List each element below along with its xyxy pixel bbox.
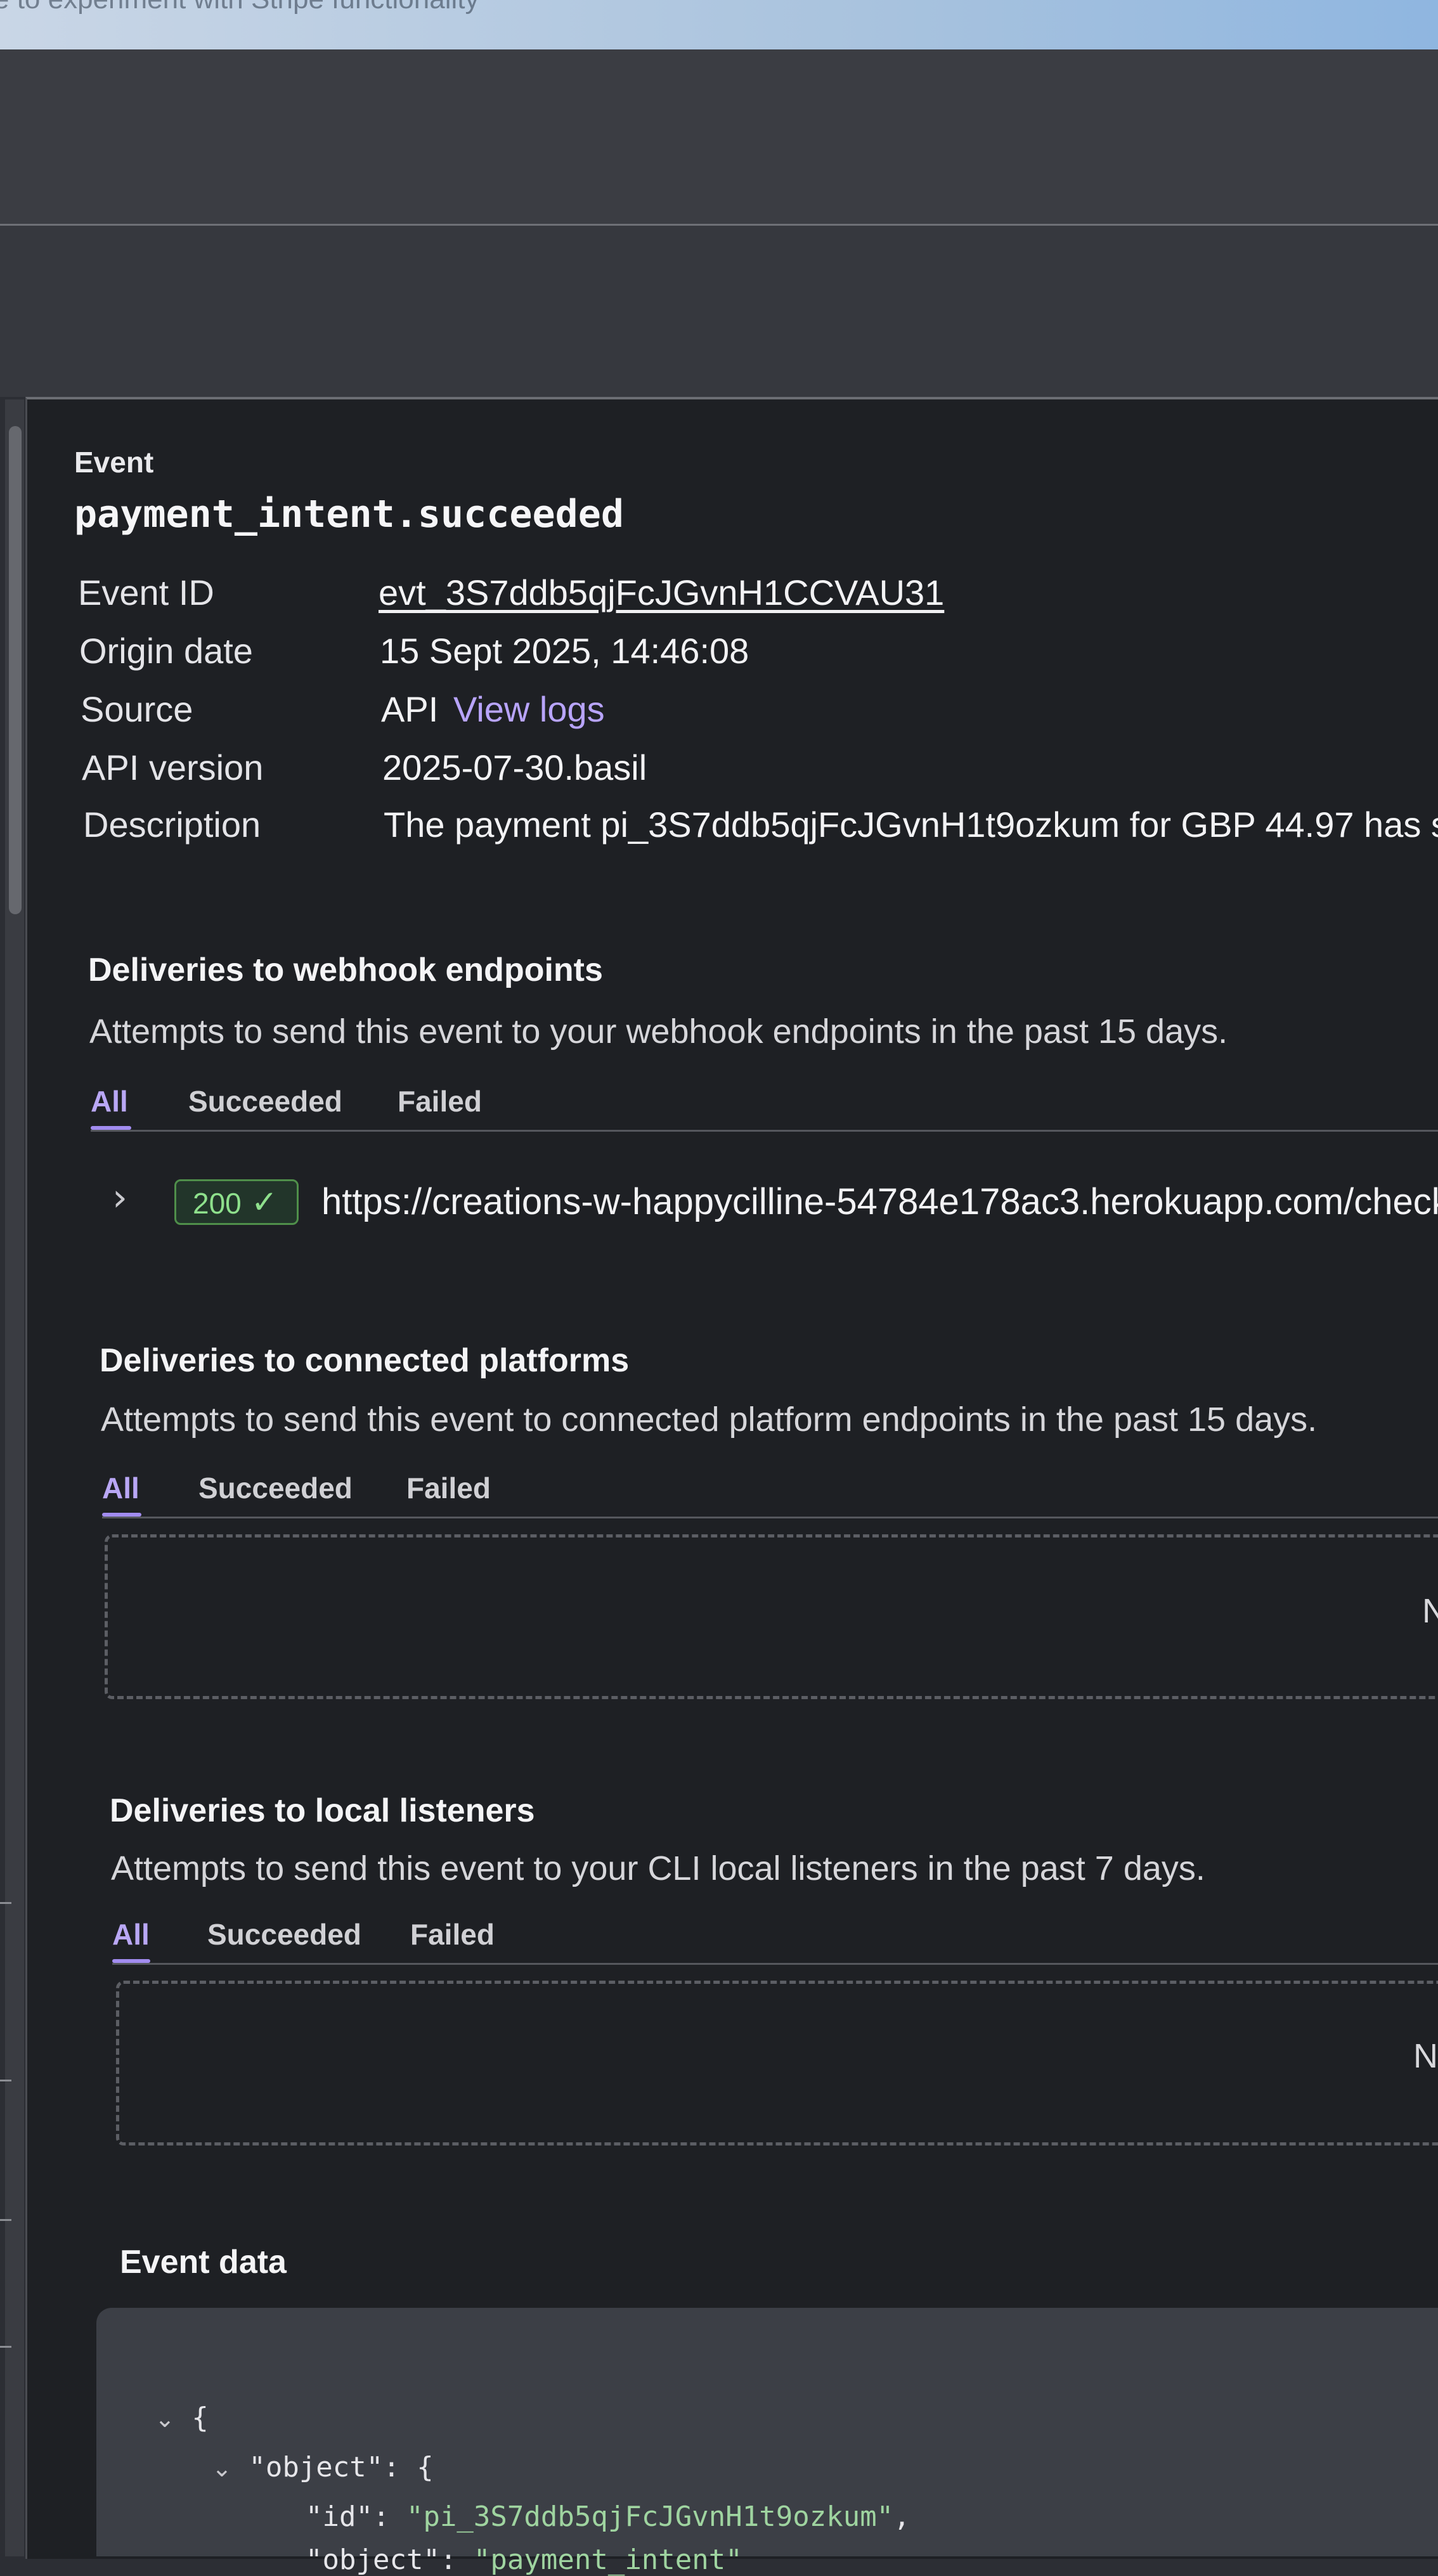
description-value: The payment pi_3S7ddb5qjFcJGvnH1t9ozkum … <box>384 805 1438 845</box>
header-area <box>0 49 1438 224</box>
check-icon: ✓ <box>251 1184 278 1220</box>
origin-date-label: Origin date <box>79 631 253 671</box>
event-id-value[interactable]: evt_3S7ddb5qjFcJGvnH1CCVAU31 <box>379 572 944 613</box>
event-data-title: Event data <box>120 2244 287 2281</box>
collapse-chevron-icon[interactable]: ⌄ <box>212 2454 232 2482</box>
listeners-section-title: Deliveries to local listeners <box>110 1792 535 1829</box>
platforms-empty-state <box>105 1534 1438 1699</box>
description-label: Description <box>83 805 261 845</box>
platforms-empty-text: N <box>1422 1592 1438 1630</box>
banner-text: e to experiment with Stripe functionalit… <box>0 0 479 15</box>
webhook-section-title: Deliveries to webhook endpoints <box>88 952 603 988</box>
webhook-tabs-divider <box>91 1130 1438 1132</box>
listeners-empty-state <box>116 1981 1438 2146</box>
origin-date-value: 15 Sept 2025, 14:46:08 <box>380 631 749 671</box>
platforms-tab-all[interactable]: All <box>102 1471 139 1505</box>
expand-chevron-icon[interactable]: › <box>112 1175 127 1220</box>
api-version-label: API version <box>82 748 264 787</box>
collapse-chevron-icon[interactable]: ⌄ <box>155 2405 175 2433</box>
json-root-line: ⌄ { <box>155 2402 209 2434</box>
listeners-tab-failed[interactable]: Failed <box>410 1917 495 1951</box>
listeners-empty-text: N <box>1413 2037 1438 2075</box>
api-version-value: 2025-07-30.basil <box>382 748 647 787</box>
platforms-tab-failed[interactable]: Failed <box>406 1471 491 1505</box>
webhook-tab-failed[interactable]: Failed <box>398 1084 482 1118</box>
source-label: Source <box>81 689 193 729</box>
platforms-section-subtitle: Attempts to send this event to connected… <box>101 1401 1318 1439</box>
platforms-section-title: Deliveries to connected platforms <box>100 1342 630 1379</box>
json-object-line: ⌄ "object": { <box>212 2451 434 2483</box>
status-badge: 200 ✓ <box>174 1179 299 1225</box>
webhook-section-subtitle: Attempts to send this event to your webh… <box>89 1013 1228 1051</box>
subheader-area <box>0 226 1438 397</box>
event-heading: Event <box>74 446 154 479</box>
view-logs-link[interactable]: View logs <box>453 689 605 730</box>
webhook-endpoint-url[interactable]: https://creations-w-happycilline-54784e1… <box>321 1181 1438 1223</box>
event-detail-panel: Event payment_intent.succeeded Event ID … <box>25 397 1438 2559</box>
gutter-tick <box>0 2346 11 2348</box>
source-value: API <box>381 689 439 729</box>
status-code: 200 <box>193 1187 242 1220</box>
scrollbar-thumb[interactable] <box>9 426 22 914</box>
event-type: payment_intent.succeeded <box>74 492 624 536</box>
listeners-tab-all[interactable]: All <box>112 1917 150 1951</box>
webhook-tab-succeeded[interactable]: Succeeded <box>188 1084 342 1118</box>
listeners-tabs-divider <box>112 1963 1438 1965</box>
json-object-type-line: "object": "payment_intent" <box>306 2544 742 2576</box>
event-data-json-viewer[interactable]: ⌄ { ⌄ "object": { "id": "pi_3S7ddb5qjFcJ… <box>96 2308 1438 2576</box>
json-id-line: "id": "pi_3S7ddb5qjFcJGvnH1t9ozkum", <box>306 2501 910 2533</box>
event-id-label: Event ID <box>78 573 214 612</box>
listeners-tab-succeeded[interactable]: Succeeded <box>207 1917 361 1951</box>
platforms-tabs-divider <box>102 1517 1438 1518</box>
gutter-tick <box>0 2080 11 2081</box>
webhook-tab-all[interactable]: All <box>91 1084 128 1118</box>
gutter-tick <box>0 1902 11 1904</box>
gutter-tick <box>0 2219 11 2221</box>
listeners-section-subtitle: Attempts to send this event to your CLI … <box>111 1849 1205 1887</box>
platforms-tab-succeeded[interactable]: Succeeded <box>198 1471 353 1505</box>
top-banner: e to experiment with Stripe functionalit… <box>0 0 1438 49</box>
